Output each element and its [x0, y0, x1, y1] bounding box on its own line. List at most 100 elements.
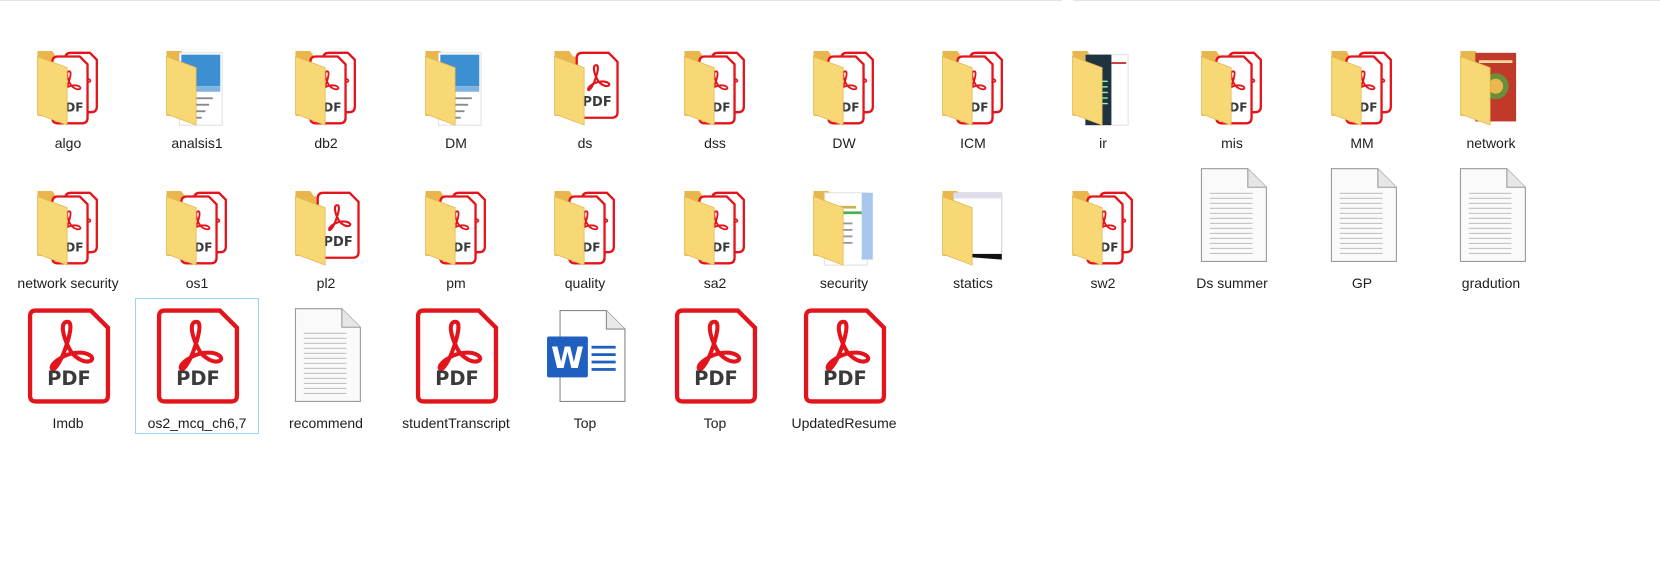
- folder-quality[interactable]: PDF quality: [523, 158, 647, 294]
- item-label: UpdatedResume: [791, 415, 897, 431]
- item-label: analsis1: [171, 135, 223, 151]
- folder-icon: PDF: [1056, 165, 1152, 267]
- folder-network[interactable]: network: [1429, 18, 1553, 154]
- folder-network-security[interactable]: PDF network security: [6, 158, 130, 294]
- file-imdb[interactable]: PDF Imdb: [6, 298, 130, 434]
- folder-mm[interactable]: PDF MM: [1300, 18, 1424, 154]
- item-label: db2: [314, 135, 338, 151]
- item-label: ICM: [960, 135, 986, 151]
- file-gradution[interactable]: gradution: [1429, 158, 1553, 294]
- item-label: pl2: [316, 275, 336, 291]
- item-label: pm: [446, 275, 466, 291]
- folder-icon: [150, 25, 246, 127]
- folder-icon: PDF: [21, 25, 117, 127]
- folder-sw2[interactable]: PDF sw2: [1041, 158, 1165, 294]
- folder-ds[interactable]: PDF ds: [523, 18, 647, 154]
- file-grid: PDF algo analsis1 PDF db2 DM PDF ds PDF dss PD…: [0, 0, 1660, 583]
- item-label: security: [819, 275, 869, 291]
- item-label: gradution: [1461, 275, 1521, 291]
- item-label: ds: [577, 135, 593, 151]
- folder-icon: PDF: [21, 165, 117, 267]
- folder-icon: PDF: [150, 165, 246, 267]
- word-document-icon: W: [538, 305, 634, 407]
- item-label: GP: [1351, 275, 1373, 291]
- folder-db2[interactable]: PDF db2: [264, 18, 388, 154]
- pdf-file-icon: PDF: [668, 305, 764, 407]
- svg-text:PDF: PDF: [324, 235, 353, 250]
- folder-sa2[interactable]: PDF sa2: [653, 158, 777, 294]
- folder-icon: PDF: [1315, 25, 1411, 127]
- folder-icon: PDF: [409, 165, 505, 267]
- folder-analsis1[interactable]: analsis1: [135, 18, 259, 154]
- svg-text:PDF: PDF: [47, 367, 91, 390]
- pdf-file-icon: PDF: [21, 305, 117, 407]
- folder-ir[interactable]: ir: [1041, 18, 1165, 154]
- file-gp[interactable]: GP: [1300, 158, 1424, 294]
- item-label: quality: [564, 275, 606, 291]
- svg-text:W: W: [551, 340, 584, 375]
- file-os2-mcq-ch6-7[interactable]: PDF os2_mcq_ch6,7: [135, 298, 259, 434]
- folder-icon: PDF: [538, 25, 634, 127]
- item-label: network: [1466, 135, 1516, 151]
- item-label: DM: [445, 135, 467, 151]
- item-label: algo: [54, 135, 82, 151]
- item-label: os1: [185, 275, 209, 291]
- item-label: dss: [704, 135, 726, 151]
- folder-dw[interactable]: PDF DW: [782, 18, 906, 154]
- svg-text:PDF: PDF: [583, 95, 612, 110]
- item-label: sa2: [703, 275, 727, 291]
- pdf-file-icon: PDF: [150, 305, 246, 407]
- item-label: Top: [703, 415, 727, 431]
- item-label: Top: [573, 415, 597, 431]
- svg-text:PDF: PDF: [823, 367, 867, 390]
- folder-icon: [409, 25, 505, 127]
- item-label: sw2: [1090, 275, 1116, 291]
- pdf-file-icon: PDF: [797, 305, 893, 407]
- folder-pm[interactable]: PDF pm: [394, 158, 518, 294]
- svg-text:PDF: PDF: [435, 367, 479, 390]
- folder-icon: [1056, 25, 1152, 127]
- folder-security[interactable]: security: [782, 158, 906, 294]
- folder-icon: PDF: [279, 25, 375, 127]
- item-label: os2_mcq_ch6,7: [147, 415, 247, 431]
- item-label: Ds summer: [1196, 275, 1268, 291]
- folder-mis[interactable]: PDF mis: [1170, 18, 1294, 154]
- item-label: statics: [953, 275, 993, 291]
- item-label: DW: [832, 135, 856, 151]
- pdf-file-icon: PDF: [409, 305, 505, 407]
- item-label: studentTranscript: [402, 415, 510, 431]
- item-label: MM: [1350, 135, 1374, 151]
- item-label: recommend: [289, 415, 363, 431]
- item-label: ir: [1099, 135, 1107, 151]
- text-document-icon: [1315, 165, 1411, 267]
- file-recommend[interactable]: recommend: [264, 298, 388, 434]
- item-label: mis: [1221, 135, 1243, 151]
- folder-icon: PDF: [797, 25, 893, 127]
- folder-statics[interactable]: statics: [911, 158, 1035, 294]
- folder-icon: [926, 165, 1022, 267]
- folder-icon: [1444, 25, 1540, 127]
- item-label: network security: [17, 275, 119, 291]
- folder-algo[interactable]: PDF algo: [6, 18, 130, 154]
- file-top[interactable]: PDF Top: [653, 298, 777, 434]
- text-document-icon: [1185, 165, 1281, 267]
- folder-icon: [797, 165, 893, 267]
- folder-icon: PDF: [538, 165, 634, 267]
- svg-text:PDF: PDF: [176, 367, 220, 390]
- folder-pl2[interactable]: PDF pl2: [264, 158, 388, 294]
- folder-icon: PDF: [668, 25, 764, 127]
- folder-icm[interactable]: PDF ICM: [911, 18, 1035, 154]
- folder-icon: PDF: [926, 25, 1022, 127]
- folder-dss[interactable]: PDF dss: [653, 18, 777, 154]
- file-ds-summer[interactable]: Ds summer: [1170, 158, 1294, 294]
- folder-icon: PDF: [279, 165, 375, 267]
- text-document-icon: [1444, 165, 1540, 267]
- text-document-icon: [279, 305, 375, 407]
- file-top[interactable]: W Top: [523, 298, 647, 434]
- file-updatedresume[interactable]: PDF UpdatedResume: [782, 298, 906, 434]
- file-studenttranscript[interactable]: PDF studentTranscript: [394, 298, 518, 434]
- folder-icon: PDF: [1185, 25, 1281, 127]
- svg-text:PDF: PDF: [694, 367, 738, 390]
- folder-dm[interactable]: DM: [394, 18, 518, 154]
- folder-os1[interactable]: PDF os1: [135, 158, 259, 294]
